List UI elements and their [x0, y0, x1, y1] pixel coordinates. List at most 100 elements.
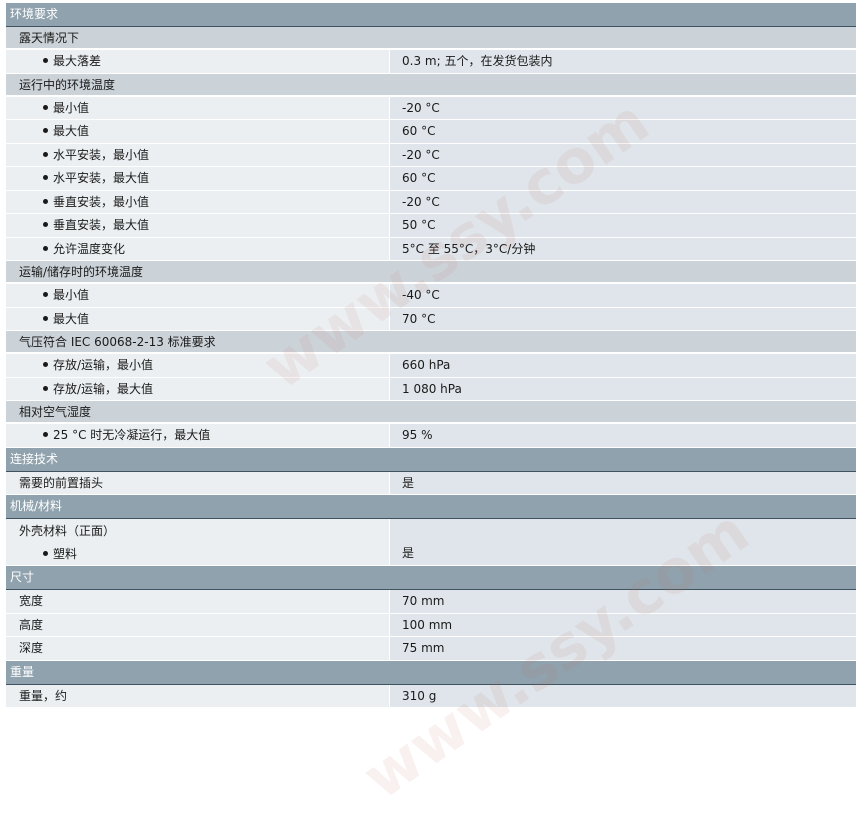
- row-value: -20 °C: [390, 143, 856, 166]
- row-value: 660 hPa: [390, 354, 856, 377]
- sub-label: 塑料: [6, 543, 389, 566]
- subheader-title: 运输/储存时的环境温度: [19, 265, 144, 279]
- bullet-icon: [43, 104, 48, 110]
- subheader-outdoor: 露天情况下: [6, 27, 856, 49]
- table-row: 水平安装，最小值 -20 °C: [6, 143, 856, 167]
- section-title: 机械/材料: [10, 499, 63, 513]
- label-text: 垂直安装，最大值: [53, 218, 150, 232]
- row-label: 最大落差: [6, 50, 389, 73]
- row-value: 60 °C: [390, 167, 856, 190]
- label-text: 存放/运输，最小值: [53, 358, 154, 372]
- subheader-title: 相对空气湿度: [19, 405, 92, 419]
- row-value: 0.3 m; 五个，在发货包装内: [390, 50, 856, 73]
- label-text: 水平安装，最大值: [53, 171, 150, 185]
- bullet-icon: [43, 58, 48, 63]
- row-value: 60 °C: [390, 120, 856, 143]
- label-text: 塑料: [53, 547, 78, 561]
- bullet-icon: [43, 175, 48, 180]
- section-header-weight: 重量: [6, 660, 856, 685]
- table-row: 外壳材料（正面） 塑料 是: [6, 519, 856, 566]
- row-label: 最小值: [6, 284, 389, 307]
- row-value: 5°C 至 55°C，3°C/分钟: [390, 237, 856, 260]
- table-row: 重量，约 310 g: [6, 684, 856, 708]
- row-label: 宽度: [6, 590, 389, 613]
- table-row: 存放/运输，最大值 1 080 hPa: [6, 377, 856, 401]
- table-row: 高度 100 mm: [6, 613, 856, 637]
- row-label: 允许温度变化: [6, 237, 389, 260]
- value-text: 是: [402, 546, 415, 560]
- subheader-humidity: 相对空气湿度: [6, 401, 856, 423]
- subheader-operating-temp: 运行中的环境温度: [6, 73, 856, 96]
- row-label: 最大值: [6, 120, 389, 143]
- table-row: 25 °C 时无冷凝运行，最大值 95 %: [6, 424, 856, 448]
- row-value: 70 °C: [390, 307, 856, 330]
- row-value: -20 °C: [390, 96, 856, 119]
- section-header-mech: 机械/材料: [6, 495, 856, 519]
- bullet-icon: [43, 198, 48, 204]
- section-header-dims: 尺寸: [6, 566, 856, 590]
- row-label: 最大值: [6, 307, 389, 330]
- label-text: 存放/运输，最大值: [53, 381, 154, 396]
- row-label: 垂直安装，最小值: [6, 190, 389, 213]
- bullet-icon: [43, 551, 48, 556]
- bullet-icon: [43, 385, 48, 391]
- subheader-storage-temp: 运输/储存时的环境温度: [6, 261, 856, 283]
- label-text: 最小值: [53, 288, 90, 302]
- bullet-icon: [43, 128, 48, 133]
- row-value: -40 °C: [390, 284, 856, 307]
- label-text: 最小值: [53, 100, 90, 115]
- row-label: 外壳材料（正面） 塑料: [6, 519, 389, 565]
- bullet-icon: [43, 245, 48, 251]
- row-label: 垂直安装，最大值: [6, 214, 389, 237]
- row-label: 重量，约: [6, 684, 389, 707]
- subheader-title: 运行中的环境温度: [19, 77, 116, 92]
- table-row: 垂直安装，最小值 -20 °C: [6, 190, 856, 214]
- spec-table: 环境要求 露天情况下 最大落差 0.3 m; 五个，在发货包装内 运行中的环境温…: [6, 3, 856, 708]
- table-row: 深度 75 mm: [6, 637, 856, 661]
- table-row: 最大落差 0.3 m; 五个，在发货包装内: [6, 50, 856, 74]
- section-header-connect: 连接技术: [6, 447, 856, 472]
- label-text: 最大值: [53, 311, 90, 326]
- row-label: 深度: [6, 637, 389, 660]
- bullet-icon: [43, 151, 48, 157]
- row-value: 310 g: [390, 684, 856, 707]
- section-header-env: 环境要求: [6, 3, 856, 27]
- label-text: 水平安装，最小值: [53, 147, 150, 162]
- table-row: 垂直安装，最大值 50 °C: [6, 214, 856, 238]
- row-value: 95 %: [390, 424, 856, 447]
- subheader-title: 露天情况下: [19, 31, 80, 45]
- row-value: 1 080 hPa: [390, 377, 856, 400]
- label-text: 外壳材料（正面）: [19, 524, 116, 538]
- section-title: 连接技术: [10, 451, 59, 466]
- section-title: 尺寸: [10, 570, 35, 584]
- bullet-icon: [43, 362, 48, 367]
- table-row: 水平安装，最大值 60 °C: [6, 167, 856, 191]
- row-label: 最小值: [6, 96, 389, 119]
- bullet-icon: [43, 315, 48, 321]
- table-row: 存放/运输，最小值 660 hPa: [6, 354, 856, 378]
- row-value: 100 mm: [390, 613, 856, 636]
- table-row: 需要的前置插头是: [6, 471, 856, 495]
- row-label: 25 °C 时无冷凝运行，最大值: [6, 424, 389, 447]
- table-row: 宽度 70 mm: [6, 590, 856, 614]
- section-title: 重量: [10, 664, 35, 679]
- table-row: 最小值 -20 °C: [6, 96, 856, 120]
- bullet-icon: [43, 222, 48, 227]
- bullet-icon: [43, 432, 48, 437]
- row-label: 水平安装，最大值: [6, 167, 389, 190]
- bullet-icon: [43, 292, 48, 297]
- label-text: 25 °C 时无冷凝运行，最大值: [53, 428, 211, 442]
- row-value: 50 °C: [390, 214, 856, 237]
- label-text: 允许温度变化: [53, 241, 126, 256]
- label-text: 最大落差: [53, 54, 102, 68]
- table-row: 最小值 -40 °C: [6, 284, 856, 308]
- row-value: 是: [390, 519, 856, 565]
- label-text: 最大值: [53, 124, 90, 138]
- row-label: 水平安装，最小值: [6, 143, 389, 166]
- subheader-pressure: 气压符合 IEC 60068-2-13 标准要求: [6, 331, 856, 353]
- section-title: 环境要求: [10, 7, 59, 21]
- label-text: 垂直安装，最小值: [53, 194, 150, 209]
- row-label: 需要的前置插头: [6, 471, 389, 494]
- row-value: 是: [390, 471, 856, 494]
- row-label: 存放/运输，最小值: [6, 354, 389, 377]
